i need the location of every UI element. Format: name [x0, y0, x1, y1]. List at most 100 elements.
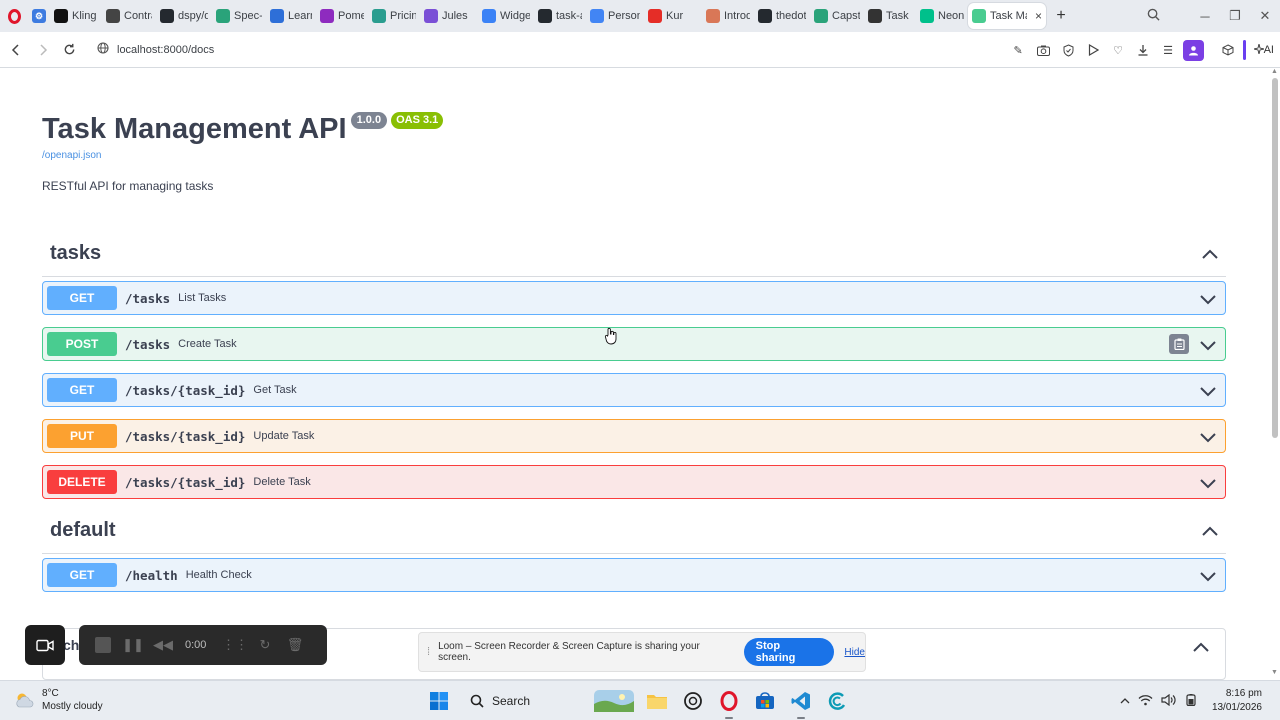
vscode-icon[interactable] — [786, 686, 816, 719]
drag-handle-icon[interactable]: ⁞ — [427, 646, 430, 658]
tab-label: thedot — [776, 10, 806, 22]
tab-apps[interactable]: ⚙ — [28, 3, 50, 29]
scrollbar-thumb[interactable] — [1272, 78, 1278, 438]
browser-tab[interactable]: Person — [586, 3, 644, 29]
clock-time: 8:16 pm — [1225, 688, 1262, 699]
play-icon[interactable] — [1083, 40, 1104, 61]
chevron-down-icon[interactable] — [1199, 567, 1217, 585]
operation-delete-task[interactable]: DELETE /tasks/{task_id} Delete Task — [42, 465, 1226, 499]
browser-tab[interactable]: Kling — [50, 3, 102, 29]
scroll-down-icon[interactable]: ▼ — [1271, 669, 1278, 676]
browser-tab[interactable]: Capsto — [810, 3, 864, 29]
chevron-down-icon[interactable] — [1199, 474, 1217, 492]
reload-button[interactable] — [56, 36, 83, 64]
volume-icon[interactable] — [1161, 693, 1176, 709]
wifi-icon[interactable] — [1138, 694, 1153, 709]
trash-icon[interactable]: 🗑 — [287, 637, 304, 653]
stop-recording-icon[interactable] — [95, 637, 111, 653]
tab-label: Kur — [666, 10, 684, 22]
chevron-down-icon[interactable] — [1199, 428, 1217, 446]
operation-get-tasks[interactable]: GET /tasks List Tasks — [42, 281, 1226, 315]
openapi-json-link[interactable]: /openapi.json — [42, 150, 1226, 161]
new-tab-button[interactable]: + — [1050, 5, 1072, 27]
chevron-down-icon[interactable] — [1199, 382, 1217, 400]
site-info-icon[interactable] — [91, 42, 115, 57]
chevron-up-icon[interactable] — [1194, 249, 1226, 259]
section-header-tasks[interactable]: tasks — [42, 231, 1226, 277]
scroll-up-icon[interactable]: ▲ — [1271, 68, 1278, 75]
operation-put-task[interactable]: PUT /tasks/{task_id} Update Task — [42, 419, 1226, 453]
browser-tab[interactable]: dspy/d — [156, 3, 212, 29]
tab-label: Introd — [724, 10, 750, 22]
copy-to-clipboard-icon[interactable] — [1169, 334, 1189, 354]
operation-get-health[interactable]: GET /health Health Check — [42, 558, 1226, 592]
browser-tab[interactable]: Kur — [644, 3, 702, 29]
hide-link[interactable]: Hide — [844, 647, 865, 658]
opera-logo-icon[interactable] — [0, 0, 28, 32]
battery-icon[interactable] — [1184, 693, 1198, 709]
github-icon — [758, 9, 772, 23]
browser-tab[interactable]: Pricing — [368, 3, 420, 29]
grid-icon[interactable]: ⋮⋮ — [222, 637, 248, 653]
tab-label: Spec-D — [234, 10, 262, 22]
operation-path: /tasks — [125, 290, 171, 306]
weather-widget[interactable]: 8°C Mostly cloudy — [14, 687, 103, 713]
taskbar-search[interactable]: Search — [460, 686, 586, 716]
download-icon[interactable] — [1133, 40, 1154, 61]
browser-tab[interactable]: Neon — [916, 3, 968, 29]
browser-tab[interactable]: Learn — [266, 3, 316, 29]
store-icon[interactable] — [750, 686, 780, 716]
file-explorer-icon[interactable] — [642, 686, 672, 716]
operation-post-tasks[interactable]: POST /tasks Create Task — [42, 327, 1226, 361]
profile-icon[interactable] — [1182, 39, 1204, 61]
browser-tab[interactable]: Spec-D — [212, 3, 266, 29]
operation-summary: Update Task — [253, 430, 315, 442]
box-icon[interactable] — [1218, 40, 1239, 61]
camera-icon[interactable] — [1033, 40, 1054, 61]
browser-tab[interactable]: Task M — [864, 3, 916, 29]
browser-tab[interactable]: Widge — [478, 3, 534, 29]
browser-tab[interactable]: Pomel — [316, 3, 368, 29]
operation-get-task[interactable]: GET /tasks/{task_id} Get Task — [42, 373, 1226, 407]
browser-tab[interactable]: thedot — [754, 3, 810, 29]
restart-icon[interactable]: ↻ — [257, 637, 273, 653]
browser-tab[interactable]: Introd — [702, 3, 754, 29]
menu-icon[interactable]: ☰ — [1158, 40, 1179, 61]
close-window-icon[interactable]: ✕ — [1250, 8, 1280, 24]
chatgpt-icon[interactable] — [678, 686, 708, 716]
browser-tab[interactable]: Contra — [102, 3, 156, 29]
minimize-icon[interactable]: ─ — [1190, 9, 1220, 24]
tab-label: Kling — [72, 10, 97, 22]
chevron-down-icon[interactable] — [1199, 290, 1217, 308]
rewind-icon[interactable]: ◀◀ — [153, 637, 173, 653]
chevron-up-icon[interactable] — [1120, 695, 1130, 707]
chevron-down-icon[interactable] — [1199, 336, 1217, 354]
browser-tab[interactable]: Task Man × — [968, 3, 1046, 29]
chevron-up-icon[interactable] — [1193, 639, 1209, 657]
heart-icon[interactable]: ♡ — [1108, 40, 1129, 61]
restore-icon[interactable]: ❐ — [1220, 8, 1250, 24]
page-scrollbar[interactable]: ▲ ▼ — [1271, 68, 1278, 676]
hand-cursor-icon — [604, 327, 617, 345]
loom-camera-button[interactable] — [25, 625, 65, 665]
app-swirl-icon[interactable] — [822, 686, 852, 716]
edit-icon[interactable]: ✎ — [1008, 40, 1029, 61]
screen-share-text: Loom – Screen Recorder & Screen Capture … — [438, 641, 700, 663]
stop-sharing-button[interactable]: Stop sharing — [743, 638, 835, 666]
system-clock[interactable]: 8:16 pm 13/01/2026 — [1212, 687, 1262, 715]
close-tab-icon[interactable]: × — [1035, 9, 1042, 23]
ai-button[interactable]: AI — [1250, 43, 1274, 56]
widgets-landscape-icon[interactable] — [592, 686, 636, 716]
browser-tab[interactable]: task-a — [534, 3, 586, 29]
search-tabs-icon[interactable] — [1138, 8, 1168, 24]
shield-icon[interactable] — [1058, 40, 1079, 61]
forward-button[interactable] — [29, 36, 56, 64]
browser-tab[interactable]: Jules — [420, 3, 478, 29]
windows-start-icon[interactable] — [424, 686, 454, 716]
url-field[interactable]: localhost:8000/docs — [117, 44, 214, 56]
section-header-default[interactable]: default — [42, 508, 1226, 554]
opera-browser-icon[interactable] — [714, 686, 744, 719]
pause-icon[interactable]: ❚❚ — [122, 637, 144, 653]
chevron-up-icon[interactable] — [1194, 526, 1226, 536]
back-button[interactable] — [2, 36, 29, 64]
